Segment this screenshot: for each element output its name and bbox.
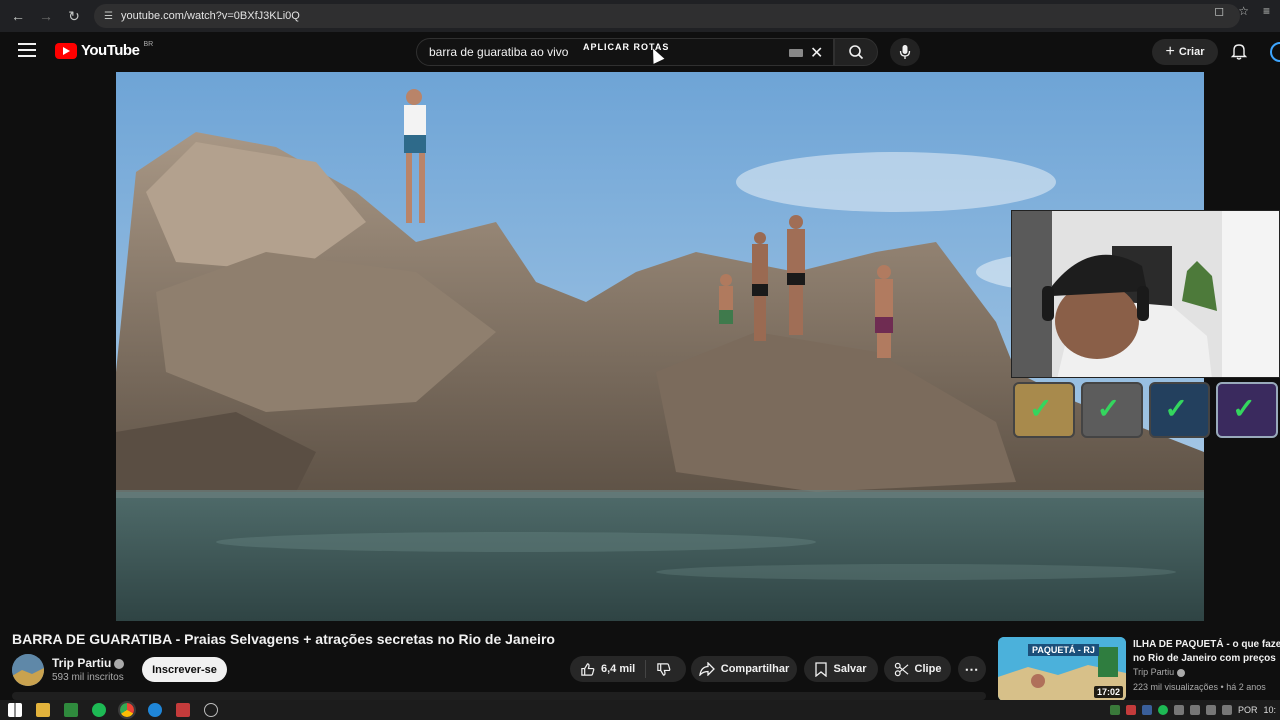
save-label: Salvar (833, 663, 867, 675)
badge-stone-check: ✓ (1080, 382, 1143, 438)
tray-app-icon[interactable] (1109, 705, 1120, 715)
windows-start-icon[interactable] (8, 703, 22, 717)
recommended-channel[interactable]: Trip Partiu (1133, 667, 1186, 677)
channel-avatar[interactable] (12, 654, 44, 686)
youtube-logo[interactable]: YouTube BR (55, 41, 154, 59)
recommended-meta: 223 mil visualizações • há 2 anos (1133, 682, 1266, 692)
badge-storm-check: ✓ (1148, 382, 1211, 438)
like-dislike-group: 6,4 mil (570, 656, 686, 682)
reload-icon[interactable]: ↻ (60, 2, 88, 30)
app-icon[interactable] (64, 703, 78, 717)
edge-icon[interactable] (148, 703, 162, 717)
share-icon (698, 662, 715, 676)
volume-tray-icon[interactable] (1205, 705, 1216, 715)
youtube-play-icon (55, 42, 77, 59)
keyboard-icon[interactable] (789, 49, 803, 57)
search-query: barra de guaratiba ao vivo (429, 45, 569, 59)
logo-text: YouTube (81, 42, 140, 59)
verified-icon (114, 658, 125, 669)
thumbs-up-icon (581, 662, 595, 676)
recommended-title[interactable]: ILHA DE PAQUETÁ - o que faze no Rio de J… (1133, 638, 1280, 666)
windows-taskbar: POR 10: (0, 700, 1280, 720)
reading-list-icon[interactable]: ≡ (1263, 4, 1270, 18)
bookmark-icon (815, 661, 828, 677)
forward-icon[interactable]: → (32, 2, 60, 30)
recommended-title-line2: no Rio de Janeiro com preços (1133, 653, 1276, 664)
tray-app-icon[interactable] (1141, 705, 1152, 715)
subscriber-count: 593 mil inscritos (52, 672, 124, 683)
recommended-thumbnail[interactable]: PAQUETÁ - RJ 17:02 (998, 637, 1126, 701)
more-actions-icon[interactable]: ⋯ (958, 656, 986, 682)
check-icon: ✓ (1232, 393, 1256, 424)
like-count: 6,4 mil (601, 663, 636, 675)
dislike-button[interactable] (646, 662, 681, 677)
back-icon[interactable]: ← (4, 2, 32, 30)
url-text: youtube.com/watch?v=0BXfJ3KLi0Q (120, 10, 300, 22)
scissors-icon (894, 662, 908, 676)
search-icon (849, 45, 864, 60)
subscribe-button[interactable]: Inscrever-se (142, 657, 227, 682)
share-button[interactable]: Compartilhar (691, 656, 797, 682)
screen: ← → ↻ ☰ youtube.com/watch?v=0BXfJ3KLi0Q … (0, 0, 1280, 720)
network-tray-icon[interactable] (1221, 705, 1232, 715)
check-icon: ✓ (1164, 393, 1188, 424)
badge-cosmic-check: ✓ (1216, 382, 1278, 438)
country-code: BR (143, 41, 154, 48)
mic-icon (899, 45, 911, 59)
achievement-badges: ✓ ✓ ✓ ✓ (1011, 380, 1280, 438)
recommended-channel-name: Trip Partiu (1133, 667, 1175, 677)
settings-icon[interactable] (204, 703, 218, 717)
microphone-tray-icon[interactable] (1189, 705, 1200, 715)
youtube-header: YouTube BR barra de guaratiba ao vivo AP… (0, 32, 1280, 72)
check-icon: ✓ (1029, 393, 1053, 424)
search-button[interactable] (834, 38, 878, 66)
check-icon: ✓ (1096, 393, 1121, 424)
site-info-icon[interactable]: ☰ (104, 11, 113, 22)
chrome-icon[interactable] (118, 701, 136, 719)
address-bar[interactable]: ☰ youtube.com/watch?v=0BXfJ3KLi0Q (94, 4, 1240, 28)
share-label: Compartilhar (720, 663, 790, 675)
channel-name[interactable]: Trip Partiu (52, 656, 125, 670)
account-avatar[interactable] (1270, 42, 1280, 62)
create-label: Criar (1178, 46, 1205, 58)
clear-search-icon[interactable]: ✕ (810, 43, 823, 63)
browser-toolbar: ← → ↻ ☰ youtube.com/watch?v=0BXfJ3KLi0Q … (0, 0, 1280, 32)
file-explorer-icon[interactable] (36, 703, 50, 717)
webcam-feed (1012, 211, 1279, 377)
video-title: BARRA DE GUARATIBA - Praias Selvagens + … (12, 631, 555, 647)
notifications-bell-icon[interactable] (1230, 42, 1248, 60)
tray-app-icon[interactable] (1157, 705, 1168, 715)
save-button[interactable]: Salvar (804, 656, 878, 682)
video-duration: 17:02 (1093, 686, 1123, 698)
thumbs-down-icon (657, 662, 671, 676)
tray-app-icon[interactable] (1173, 705, 1184, 715)
thumbnail-label: PAQUETÁ - RJ (1028, 644, 1099, 656)
install-icon[interactable]: ◻ (1214, 4, 1224, 18)
clock[interactable]: 10: (1263, 705, 1276, 715)
verified-icon (1177, 668, 1186, 677)
clip-label: Clipe (914, 663, 942, 675)
hamburger-menu-icon[interactable] (18, 43, 36, 57)
badge-sand-check: ✓ (1013, 382, 1075, 438)
tray-app-icon[interactable] (1125, 705, 1136, 715)
bookmark-star-icon[interactable]: ☆ (1238, 4, 1249, 18)
like-button[interactable]: 6,4 mil (570, 660, 647, 678)
system-tray: POR 10: (1109, 700, 1280, 720)
clip-button[interactable]: Clipe (884, 656, 951, 682)
channel-avatar-image (12, 654, 44, 686)
search-input[interactable]: barra de guaratiba ao vivo APLICAR ROTAS… (416, 38, 834, 66)
voice-search-button[interactable] (890, 38, 920, 66)
spotify-icon[interactable] (92, 703, 106, 717)
channel-name-text: Trip Partiu (52, 656, 112, 670)
media-icon[interactable] (176, 703, 190, 717)
browser-right-icons: ◻ ☆ ≡ (1214, 4, 1270, 18)
create-button[interactable]: + Criar (1152, 39, 1218, 65)
plus-icon: + (1165, 43, 1175, 60)
description-box[interactable] (12, 692, 986, 700)
webcam-overlay (1011, 210, 1280, 378)
language-indicator[interactable]: POR (1238, 705, 1258, 715)
recommended-title-line1: ILHA DE PAQUETÁ - o que faze (1133, 639, 1280, 650)
